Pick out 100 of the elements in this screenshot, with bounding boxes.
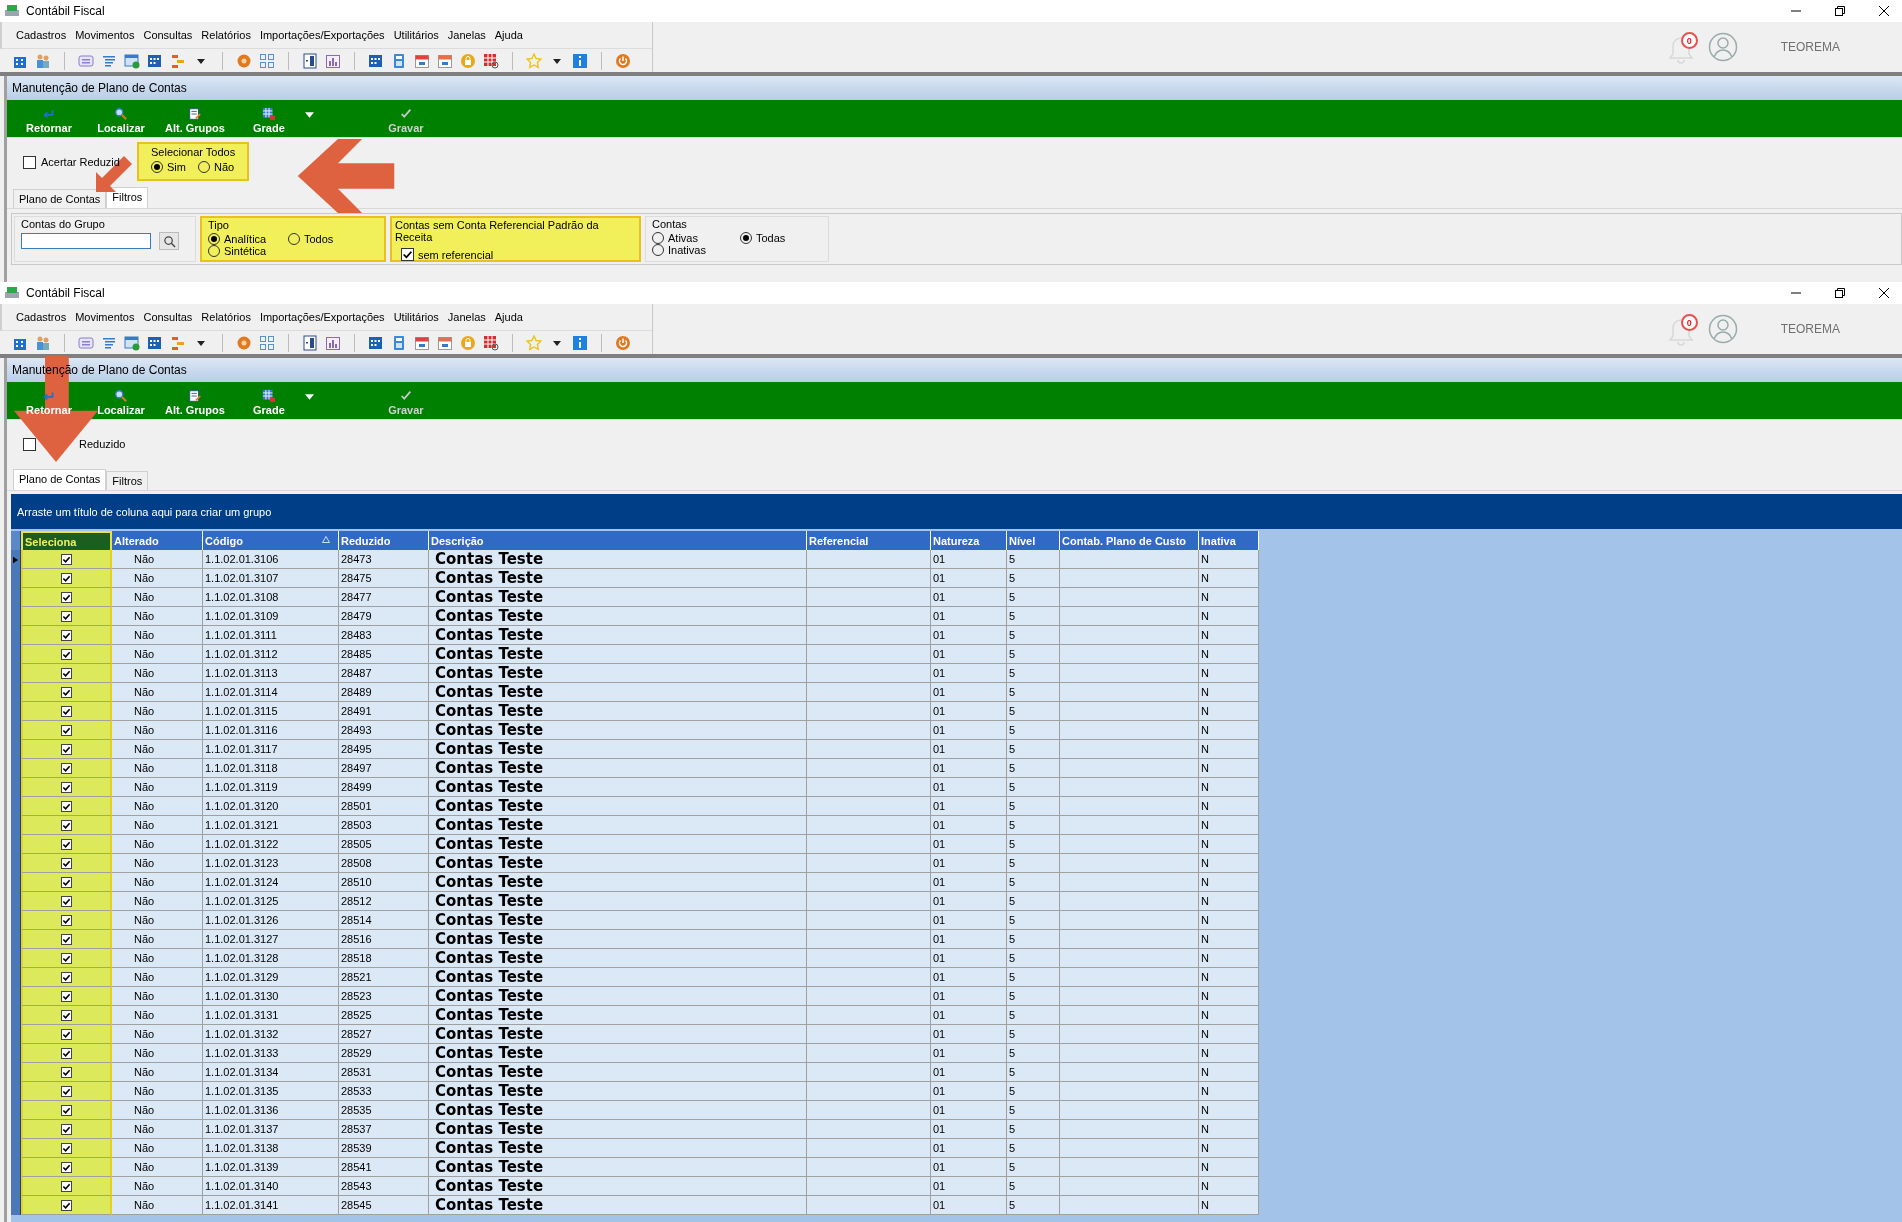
checkbox[interactable] <box>61 648 72 660</box>
checkbox[interactable] <box>61 895 72 907</box>
bars-icon[interactable] <box>170 334 186 351</box>
tab[interactable]: Plano de Contas <box>13 469 107 490</box>
menu-item[interactable]: Janelas <box>447 29 486 41</box>
checkbox[interactable] <box>61 1028 72 1040</box>
info-icon[interactable] <box>572 52 588 69</box>
checkbox[interactable] <box>61 610 72 622</box>
checkbox[interactable] <box>61 1199 72 1211</box>
column-header[interactable]: Contab. Plano de Custo <box>1060 531 1199 550</box>
card-icon[interactable] <box>78 334 94 351</box>
toolbar-button[interactable]: Grade <box>232 389 305 419</box>
checkbox[interactable] <box>61 743 72 755</box>
grid-icon[interactable] <box>259 52 275 69</box>
checkbox[interactable] <box>61 914 72 926</box>
checkbox[interactable] <box>61 705 72 717</box>
checkbox[interactable] <box>61 1009 72 1021</box>
menu-item[interactable]: Importações/Exportações <box>259 29 385 41</box>
close-icon[interactable] <box>1878 5 1890 17</box>
people-icon[interactable] <box>35 52 51 69</box>
calendar-icon[interactable] <box>147 334 163 351</box>
checkbox[interactable] <box>61 591 72 603</box>
menu-item[interactable]: Consultas <box>143 29 193 41</box>
column-header[interactable]: Descrição <box>429 531 807 550</box>
chart-icon[interactable] <box>325 52 341 69</box>
toolbar-button[interactable]: Localizar <box>85 107 157 137</box>
document-icon[interactable] <box>302 52 318 69</box>
checkbox[interactable] <box>61 1180 72 1192</box>
checkbox[interactable] <box>61 1142 72 1154</box>
checkbox[interactable] <box>61 724 72 736</box>
calendar-icon[interactable] <box>368 334 384 351</box>
menu-item[interactable]: Importações/Exportações <box>259 311 385 323</box>
checkbox[interactable] <box>61 990 72 1002</box>
checkbox[interactable] <box>61 762 72 774</box>
calendar-icon[interactable] <box>147 52 163 69</box>
checkbox[interactable] <box>61 1085 72 1097</box>
checkbox[interactable] <box>61 933 72 945</box>
checkbox[interactable] <box>61 781 72 793</box>
column-header[interactable]: Referencial <box>807 531 931 550</box>
column-header[interactable]: Alterado <box>112 531 203 550</box>
gear-icon[interactable] <box>236 52 252 69</box>
checkbox[interactable] <box>61 819 72 831</box>
people-icon[interactable] <box>35 334 51 351</box>
menu-item[interactable]: Ajuda <box>494 311 523 323</box>
gear-icon[interactable] <box>236 334 252 351</box>
restore-icon[interactable] <box>1834 5 1846 17</box>
checkbox[interactable] <box>61 876 72 888</box>
grid-icon[interactable] <box>259 334 275 351</box>
column-header[interactable]: Reduzido <box>339 531 429 550</box>
row-indicator[interactable] <box>11 550 21 569</box>
menu-item[interactable]: Movimentos <box>75 311 135 323</box>
checkbox[interactable] <box>61 1047 72 1059</box>
checkbox[interactable] <box>61 629 72 641</box>
menu-item[interactable]: Cadastros <box>16 29 67 41</box>
checkbox[interactable] <box>401 248 414 261</box>
row-indicator[interactable] <box>11 1196 21 1215</box>
checkbox[interactable] <box>61 1066 72 1078</box>
checkbox[interactable] <box>61 572 72 584</box>
calculator-icon[interactable] <box>391 52 407 69</box>
window-icon[interactable] <box>124 334 140 351</box>
menu-item[interactable]: Movimentos <box>75 29 135 41</box>
calendar-icon[interactable] <box>437 334 453 351</box>
toolbar-button[interactable]: Retornar <box>13 107 85 137</box>
restore-icon[interactable] <box>1834 287 1846 299</box>
star-icon[interactable] <box>526 52 542 69</box>
star-icon[interactable] <box>526 334 542 351</box>
calculator-icon[interactable] <box>391 334 407 351</box>
toolbar-button[interactable]: Retornar <box>13 389 85 419</box>
info-icon[interactable] <box>572 334 588 351</box>
user-name[interactable]: TEOREMA <box>1780 322 1840 336</box>
toolbar-button[interactable]: Alt. Grupos <box>157 107 233 137</box>
checkbox[interactable] <box>61 952 72 964</box>
column-header[interactable]: Inativa <box>1199 531 1259 550</box>
toolbar-button[interactable]: Grade <box>232 107 305 137</box>
tab[interactable]: Plano de Contas <box>13 189 107 208</box>
card-icon[interactable] <box>78 52 94 69</box>
close-icon[interactable] <box>1878 287 1890 299</box>
chart-icon[interactable] <box>325 334 341 351</box>
power-icon[interactable] <box>615 52 631 69</box>
document-icon[interactable] <box>302 334 318 351</box>
checkbox[interactable] <box>61 1104 72 1116</box>
user-name[interactable]: TEOREMA <box>1780 40 1840 54</box>
menu-item[interactable]: Cadastros <box>16 311 67 323</box>
table-icon[interactable] <box>483 52 499 69</box>
calendar-icon[interactable] <box>437 52 453 69</box>
window-icon[interactable] <box>124 52 140 69</box>
checkbox[interactable] <box>23 155 36 169</box>
bell-icon[interactable] <box>1667 35 1694 65</box>
menu-item[interactable]: Consultas <box>143 311 193 323</box>
power-icon[interactable] <box>615 334 631 351</box>
menu-item[interactable]: Relatórios <box>201 311 251 323</box>
checkbox[interactable] <box>61 800 72 812</box>
calendar-icon[interactable] <box>414 334 430 351</box>
menu-item[interactable]: Relatórios <box>201 29 251 41</box>
bars-icon[interactable] <box>170 52 186 69</box>
checkbox[interactable] <box>61 971 72 983</box>
checkbox[interactable] <box>61 857 72 869</box>
column-header[interactable]: Seleciona <box>21 531 112 550</box>
table-icon[interactable] <box>483 334 499 351</box>
toolbar-button[interactable]: Alt. Grupos <box>157 389 233 419</box>
